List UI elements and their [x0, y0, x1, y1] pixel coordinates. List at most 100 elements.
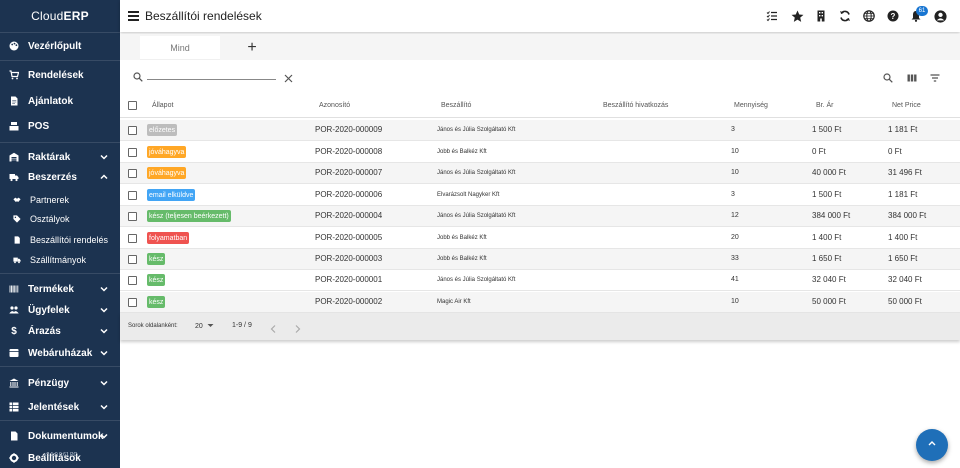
sidebar-item-label: POS — [28, 120, 50, 132]
building-icon[interactable] — [814, 9, 828, 23]
sidebar-item-partners[interactable]: Partnerek — [0, 190, 120, 210]
row-checkbox[interactable] — [128, 169, 137, 178]
sidebar-item-customers[interactable]: Ügyfelek — [0, 300, 120, 320]
dollar-icon: $ — [11, 325, 17, 337]
table-row[interactable]: email elküldve POR-2020-000006 Elvarázso… — [120, 185, 960, 206]
help-icon[interactable]: ? — [886, 9, 900, 23]
chevron-down-icon — [99, 326, 109, 336]
chevron-down-icon — [99, 431, 109, 441]
column-header-supplier[interactable]: Beszállító — [441, 102, 471, 109]
status-badge: jóváhagyva — [147, 146, 187, 158]
sync-icon[interactable] — [838, 9, 852, 23]
sidebar-item-label: Szállítmányok — [30, 255, 87, 265]
sidebar-item-label: Webáruházak — [28, 347, 93, 359]
gross-price: 384 000 Ft — [812, 211, 851, 220]
order-id: POR-2020-000008 — [315, 147, 383, 156]
columns-icon[interactable] — [907, 70, 917, 82]
sidebar-item-label: Partnerek — [30, 195, 70, 205]
supplier-name: János és Júlia Szolgáltató Kft — [437, 170, 516, 176]
gross-price: 32 040 Ft — [812, 275, 846, 284]
table-row[interactable]: jóváhagyva POR-2020-000008 Jobb és Balké… — [120, 142, 960, 163]
table-row[interactable]: jóváhagyva POR-2020-000007 János és Júli… — [120, 163, 960, 184]
sidebar-item-settings[interactable]: Beállítások — [0, 448, 120, 468]
sidebar-item-products[interactable]: Termékek — [0, 279, 120, 299]
page-range: 1-9 / 9 — [232, 322, 252, 329]
sidebar-item-pricing[interactable]: $ Árazás — [0, 321, 120, 341]
next-page-icon[interactable] — [293, 321, 302, 333]
row-checkbox[interactable] — [128, 148, 137, 157]
row-checkbox[interactable] — [128, 212, 137, 221]
table-row[interactable]: folyamatban POR-2020-000005 Jobb és Balk… — [120, 228, 960, 249]
filter-icon[interactable] — [930, 70, 940, 82]
select-all-checkbox[interactable] — [128, 101, 137, 110]
sidebar-divider — [0, 142, 120, 143]
column-header-id[interactable]: Azonosító — [319, 102, 350, 109]
row-checkbox[interactable] — [128, 234, 137, 243]
truck-icon — [9, 172, 19, 182]
column-header-status[interactable]: Állapot — [152, 102, 173, 109]
sidebar-divider — [0, 273, 120, 274]
bank-icon — [9, 378, 19, 388]
page-title: Beszállítói rendelések — [145, 9, 262, 23]
sidebar-item-pos[interactable]: POS — [0, 116, 120, 136]
brand-logo[interactable]: Cloud ERP — [0, 0, 120, 32]
tab-all[interactable]: Mind — [140, 36, 220, 60]
column-header-supplier-ref[interactable]: Beszállító hivatkozás — [603, 102, 668, 109]
row-checkbox[interactable] — [128, 191, 137, 200]
sidebar-item-quotes[interactable]: Ajánlatok — [0, 91, 120, 111]
sidebar-item-shipments[interactable]: Szállítmányok — [0, 250, 120, 270]
sidebar-item-label: Ajánlatok — [28, 95, 74, 107]
sidebar-item-dashboard[interactable]: Vezérlőpult — [0, 36, 120, 56]
search-input[interactable] — [147, 66, 276, 80]
quantity: 10 — [731, 298, 739, 305]
row-checkbox[interactable] — [128, 276, 137, 285]
gear-icon — [9, 453, 19, 463]
warehouse-icon — [9, 152, 19, 162]
gross-price: 1 650 Ft — [812, 254, 842, 263]
previous-page-icon[interactable] — [269, 321, 278, 333]
sidebar-item-orders[interactable]: Rendelések — [0, 65, 120, 85]
add-tab-button[interactable]: + — [240, 36, 264, 60]
table-row[interactable]: előzetes POR-2020-000009 János és Júlia … — [120, 120, 960, 141]
quantity: 20 — [731, 234, 739, 241]
sidebar-item-webshops[interactable]: Webáruházak — [0, 343, 120, 363]
table-row[interactable]: kész POR-2020-000002 Magic Air Kft 10 50… — [120, 292, 960, 313]
sidebar-item-warehouses[interactable]: Raktárak — [0, 147, 120, 167]
rows-per-page-select[interactable]: 20 — [195, 322, 214, 331]
sidebar-item-documents[interactable]: Dokumentumok — [0, 426, 120, 446]
table-row[interactable]: kész (teljesen beérkezett) POR-2020-0000… — [120, 206, 960, 227]
column-header-net-price[interactable]: Net Price — [892, 102, 921, 109]
sidebar-item-supplier-orders[interactable]: Beszállítói rendelés — [0, 230, 120, 250]
status-badge: előzetes — [147, 124, 178, 136]
pagination-bar: Sorok oldalanként: 20 1-9 / 9 — [120, 313, 960, 340]
quantity: 10 — [731, 169, 739, 176]
sidebar-item-classes[interactable]: Osztályok — [0, 209, 120, 229]
supplier-name: János és Júlia Szolgáltató Kft — [437, 127, 516, 133]
row-checkbox[interactable] — [128, 255, 137, 264]
menu-icon[interactable] — [128, 11, 139, 21]
supplier-name: Jobb és Balkéz Kft — [437, 149, 487, 155]
scroll-to-top-button[interactable] — [916, 429, 948, 461]
barcode-icon — [9, 284, 19, 294]
close-icon[interactable] — [284, 70, 293, 83]
search-icon[interactable] — [883, 70, 893, 83]
globe-icon[interactable] — [862, 9, 876, 23]
sidebar-item-reports[interactable]: Jelentések — [0, 397, 120, 417]
table-row[interactable]: kész POR-2020-000001 János és Júlia Szol… — [120, 270, 960, 291]
quantity: 41 — [731, 276, 739, 283]
column-header-quantity[interactable]: Mennyiség — [734, 102, 768, 109]
star-icon[interactable] — [790, 9, 804, 23]
sidebar-item-finance[interactable]: Pénzügy — [0, 373, 120, 393]
tag-icon — [13, 215, 21, 223]
sidebar: Cloud ERP Vezérlőpult Rendelések Ajánlato… — [0, 0, 120, 468]
table-row[interactable]: kész POR-2020-000003 Jobb és Balkéz Kft … — [120, 249, 960, 270]
account-icon[interactable] — [933, 9, 947, 23]
quantity: 33 — [731, 255, 739, 262]
row-checkbox[interactable] — [128, 298, 137, 307]
row-checkbox[interactable] — [128, 126, 137, 135]
sidebar-item-purchasing[interactable]: Beszerzés — [0, 167, 120, 187]
checklist-icon[interactable] — [765, 9, 779, 23]
chevron-down-icon — [99, 284, 109, 294]
column-header-gross-price[interactable]: Br. Ár — [816, 102, 834, 109]
document-icon — [13, 236, 21, 244]
